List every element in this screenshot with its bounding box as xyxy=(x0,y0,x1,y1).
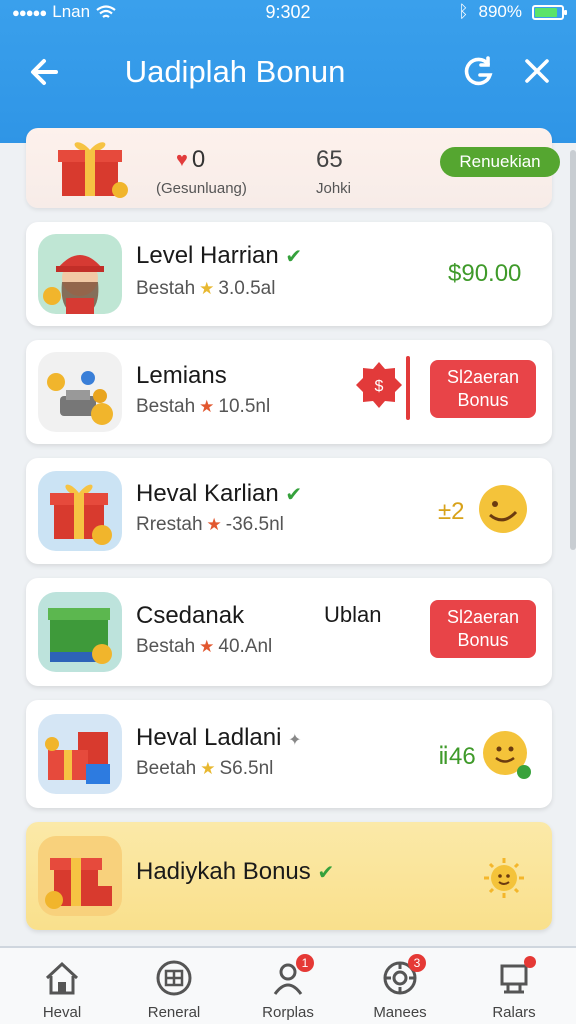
star-icon: ★ xyxy=(199,279,215,298)
gift-icon xyxy=(58,142,128,198)
refresh-button[interactable] xyxy=(460,54,496,90)
avatar-icon xyxy=(38,234,122,314)
page-title: Uadiplah Bonun xyxy=(124,54,346,89)
gift-stack-icon xyxy=(38,714,122,794)
emoji-coin-icon xyxy=(479,485,527,533)
claim-bonus-button[interactable]: Sl2aeran Bonus xyxy=(430,360,536,418)
sun-icon xyxy=(484,858,524,898)
badge-seal-icon: $ xyxy=(356,362,402,408)
nav-item-cart[interactable]: Ralars xyxy=(464,956,564,1021)
item-name: Heval Karlian ✔ xyxy=(136,480,302,508)
star-icon: ★ xyxy=(199,637,215,656)
header: Uadiplah Bonun xyxy=(0,40,576,106)
item-meta-value: -36.5nl xyxy=(225,514,284,535)
star-icon: ★ xyxy=(199,397,215,416)
divider xyxy=(406,356,410,420)
item-name-text: Heval Ladlani xyxy=(136,724,282,751)
item-meta-label: Rrestah xyxy=(136,514,203,535)
home-icon xyxy=(45,961,79,995)
item-name: Csedanak xyxy=(136,602,245,629)
item-meta-value: S6.5nl xyxy=(219,758,274,779)
grid-icon xyxy=(156,960,192,996)
notification-badge: 3 xyxy=(408,954,426,972)
item-name: Level Harrian ✔ xyxy=(136,242,302,270)
item-name-text: Level Harrian xyxy=(136,242,279,269)
nav-label: Manees xyxy=(373,1004,427,1021)
item-meta: Bestah ★ 3.0.5al xyxy=(136,278,275,300)
nav-label: Ralars xyxy=(492,1004,536,1021)
item-meta-value: 10.5nl xyxy=(218,396,271,417)
nav-label: Rorplas xyxy=(262,1004,314,1021)
list-item[interactable]: Csedanak Ublan Bestah ★ 40.Anl Sl2aeran B… xyxy=(26,578,552,686)
list-item[interactable]: Lemians Bestah ★ 10.5nl $ Sl2aeran Bonus xyxy=(26,340,552,444)
svg-text:$: $ xyxy=(375,378,384,395)
nav-label: Heval xyxy=(42,1004,82,1021)
points-number: 0 xyxy=(191,146,206,173)
points-label: (Gesunluang) xyxy=(156,180,247,197)
item-meta-label: Bestah xyxy=(136,278,196,299)
nav-item-manage[interactable]: 3 Manees xyxy=(350,954,450,1021)
notification-dot xyxy=(524,956,536,968)
close-icon xyxy=(525,59,549,83)
gift-box-icon xyxy=(38,836,122,916)
smile-coin-icon xyxy=(483,731,531,779)
item-name: Hadiykah Bonus ✔ xyxy=(136,858,334,886)
item-meta-label: Bestah xyxy=(136,396,196,417)
list-item[interactable]: Heval Ladlani ✦ Beetah ★ S6.5nl ⅱ46 xyxy=(26,700,552,808)
claim-bonus-button[interactable]: Sl2aeran Bonus xyxy=(430,600,536,658)
summary-action-button[interactable]: Renuekian xyxy=(440,147,560,177)
summary-card: ♥ 0 (Gesunluang) 65 Johki Renuekian xyxy=(26,128,560,208)
item-meta: Bestah ★ 10.5nl xyxy=(136,396,270,418)
item-name-extra: Ublan xyxy=(324,602,382,627)
verified-check-icon: ✔ xyxy=(317,862,335,884)
count-label: Johki xyxy=(316,180,352,197)
pin-icon: ✦ xyxy=(288,732,302,749)
heart-icon: ♥ xyxy=(176,148,188,171)
item-meta-value: 40.Anl xyxy=(218,636,273,657)
item-meta: Bestah ★ 40.Anl xyxy=(136,636,272,658)
item-reward: $90.00 xyxy=(448,260,522,287)
list-item[interactable]: Heval Karlian ✔ Rrestah ★ -36.5nl ±2 xyxy=(26,458,552,564)
verified-check-icon: ✔ xyxy=(285,484,303,506)
star-icon: ★ xyxy=(206,515,222,534)
item-reward: ⅱ46 xyxy=(438,743,476,770)
item-name-text: Heval Karlian xyxy=(136,480,279,507)
verified-check-icon: ✔ xyxy=(285,246,303,268)
gift-box-icon xyxy=(38,471,122,551)
item-name: Heval Ladlani ✦ xyxy=(136,724,302,752)
item-reward: ±2 xyxy=(438,498,465,525)
bluetooth-icon: ᛒ xyxy=(458,2,469,21)
item-meta-value: 3.0.5al xyxy=(218,278,276,299)
battery-icon xyxy=(532,4,567,20)
list-item[interactable]: Level Harrian ✔ Bestah ★ 3.0.5al $90.00 xyxy=(26,222,552,326)
nav-item-home[interactable]: Heval xyxy=(12,958,112,1021)
item-name-text: Hadiykah Bonus xyxy=(136,858,311,885)
star-icon: ★ xyxy=(200,759,216,778)
item-name: Lemians xyxy=(136,362,227,389)
item-meta: Beetah ★ S6.5nl xyxy=(136,758,273,780)
nav-label: Reneral xyxy=(147,1004,201,1021)
refresh-icon xyxy=(464,56,493,86)
coins-machine-icon xyxy=(38,352,122,432)
green-box-icon xyxy=(38,592,122,672)
points-value: ♥ 0 xyxy=(176,146,205,174)
battery-percent: 890% xyxy=(478,2,522,21)
item-meta-label: Beetah xyxy=(136,758,197,779)
bottom-nav: Heval Reneral 1 Rorplas 3 Manees Ralars xyxy=(0,946,576,1024)
nav-item-profile[interactable]: 1 Rorplas xyxy=(238,954,338,1021)
status-bar: ●●●●● Lnan 9:302 ᛒ 890% xyxy=(0,0,576,26)
item-meta: Rrestah ★ -36.5nl xyxy=(136,514,284,536)
count-value: 65 xyxy=(316,146,343,173)
nav-item-general[interactable]: Reneral xyxy=(124,958,224,1021)
item-meta-label: Bestah xyxy=(136,636,196,657)
notification-badge: 1 xyxy=(296,954,314,972)
scrollbar[interactable] xyxy=(570,150,576,550)
list-item-featured[interactable]: Hadiykah Bonus ✔ xyxy=(26,822,552,930)
close-button[interactable] xyxy=(522,54,552,88)
top-bar: ●●●●● Lnan 9:302 ᛒ 890% Uadiplah Bonun xyxy=(0,0,576,143)
